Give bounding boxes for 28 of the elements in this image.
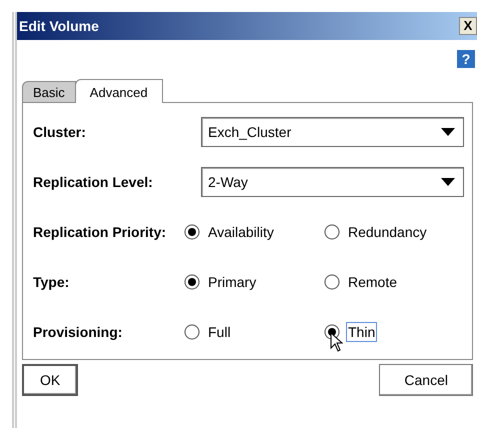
tab[interactable]: Advanced (74, 79, 163, 103)
dropdown[interactable]: Exch_Cluster (201, 117, 464, 147)
caret-icon (441, 128, 455, 136)
dropdown[interactable]: 2-Way (201, 167, 464, 197)
field-label: Replication Level: (33, 174, 154, 190)
option-label[interactable]: Full (206, 322, 233, 342)
radio-button[interactable] (324, 224, 340, 240)
help-button[interactable]: ? (457, 50, 475, 68)
option-label[interactable]: Primary (206, 272, 258, 292)
option-label[interactable]: Thin (346, 322, 378, 342)
option-label[interactable]: Availability (206, 222, 276, 242)
window-title: Edit Volume (19, 18, 99, 34)
field-label: Replication Priority: (33, 224, 168, 240)
field-label: Type: (33, 274, 70, 290)
close-button[interactable]: X (459, 17, 477, 35)
radio-button[interactable] (184, 324, 200, 340)
radio-button[interactable] (324, 274, 340, 290)
radio-button[interactable] (184, 274, 200, 290)
caret-icon (441, 178, 455, 186)
dialog-button[interactable]: Cancel (379, 364, 473, 396)
pointer-cursor-icon (330, 332, 344, 352)
field-label: Cluster: (33, 124, 87, 140)
radio-button[interactable] (184, 224, 200, 240)
tab[interactable]: Basic (22, 81, 76, 102)
dialog-button[interactable]: OK (22, 364, 78, 396)
field-label: Provisioning: (33, 324, 124, 340)
option-label[interactable]: Redundancy (346, 222, 429, 242)
option-label[interactable]: Remote (346, 272, 400, 292)
